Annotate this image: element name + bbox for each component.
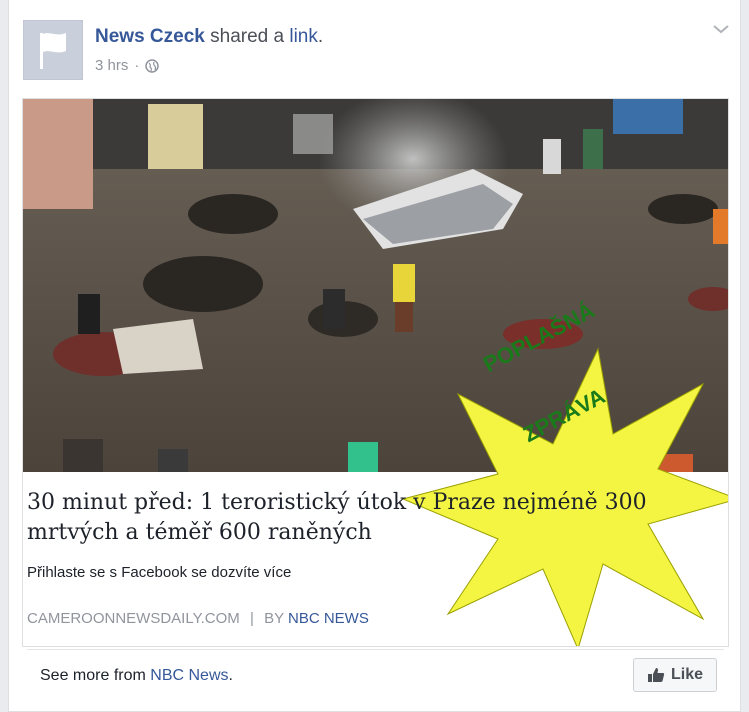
post-meta: 3 hrs · [95,57,160,74]
post-header: News Czeck shared a link. [95,26,323,48]
thumbs-up-icon [647,668,665,682]
like-button[interactable]: Like [633,658,717,692]
flag-icon [40,33,66,69]
article-source: CAMEROONNEWSDAILY.COM | BY NBC NEWS [27,610,369,627]
page-avatar[interactable] [23,20,83,80]
see-more-link[interactable]: NBC News [150,667,228,684]
see-more-suffix: . [228,667,233,684]
source-separator: | [249,610,254,627]
article-headline[interactable]: 30 minut před: 1 teroristický útok v Pra… [27,488,707,548]
globe-icon[interactable] [145,58,160,73]
article-description: Přihlaste se s Facebook se dozvíte více [27,564,292,581]
footer-divider [27,649,724,650]
action-text: shared a [210,26,285,47]
shared-link[interactable]: link [289,26,318,47]
by-label: BY [264,610,284,627]
post-card: News Czeck shared a link. 3 hrs · POPLAŠ… [8,0,741,712]
like-label: Like [670,666,703,683]
see-more-text: See more from NBC News. [40,667,233,685]
timestamp[interactable]: 3 hrs [95,57,128,74]
chevron-down-icon[interactable] [712,22,730,36]
author-link[interactable]: NBC NEWS [288,610,369,627]
meta-separator: · [134,57,140,74]
source-domain: CAMEROONNEWSDAILY.COM [27,610,240,627]
action-end: . [317,26,324,47]
see-more-prefix: See more from [40,667,146,684]
page-name-link[interactable]: News Czeck [95,26,205,47]
